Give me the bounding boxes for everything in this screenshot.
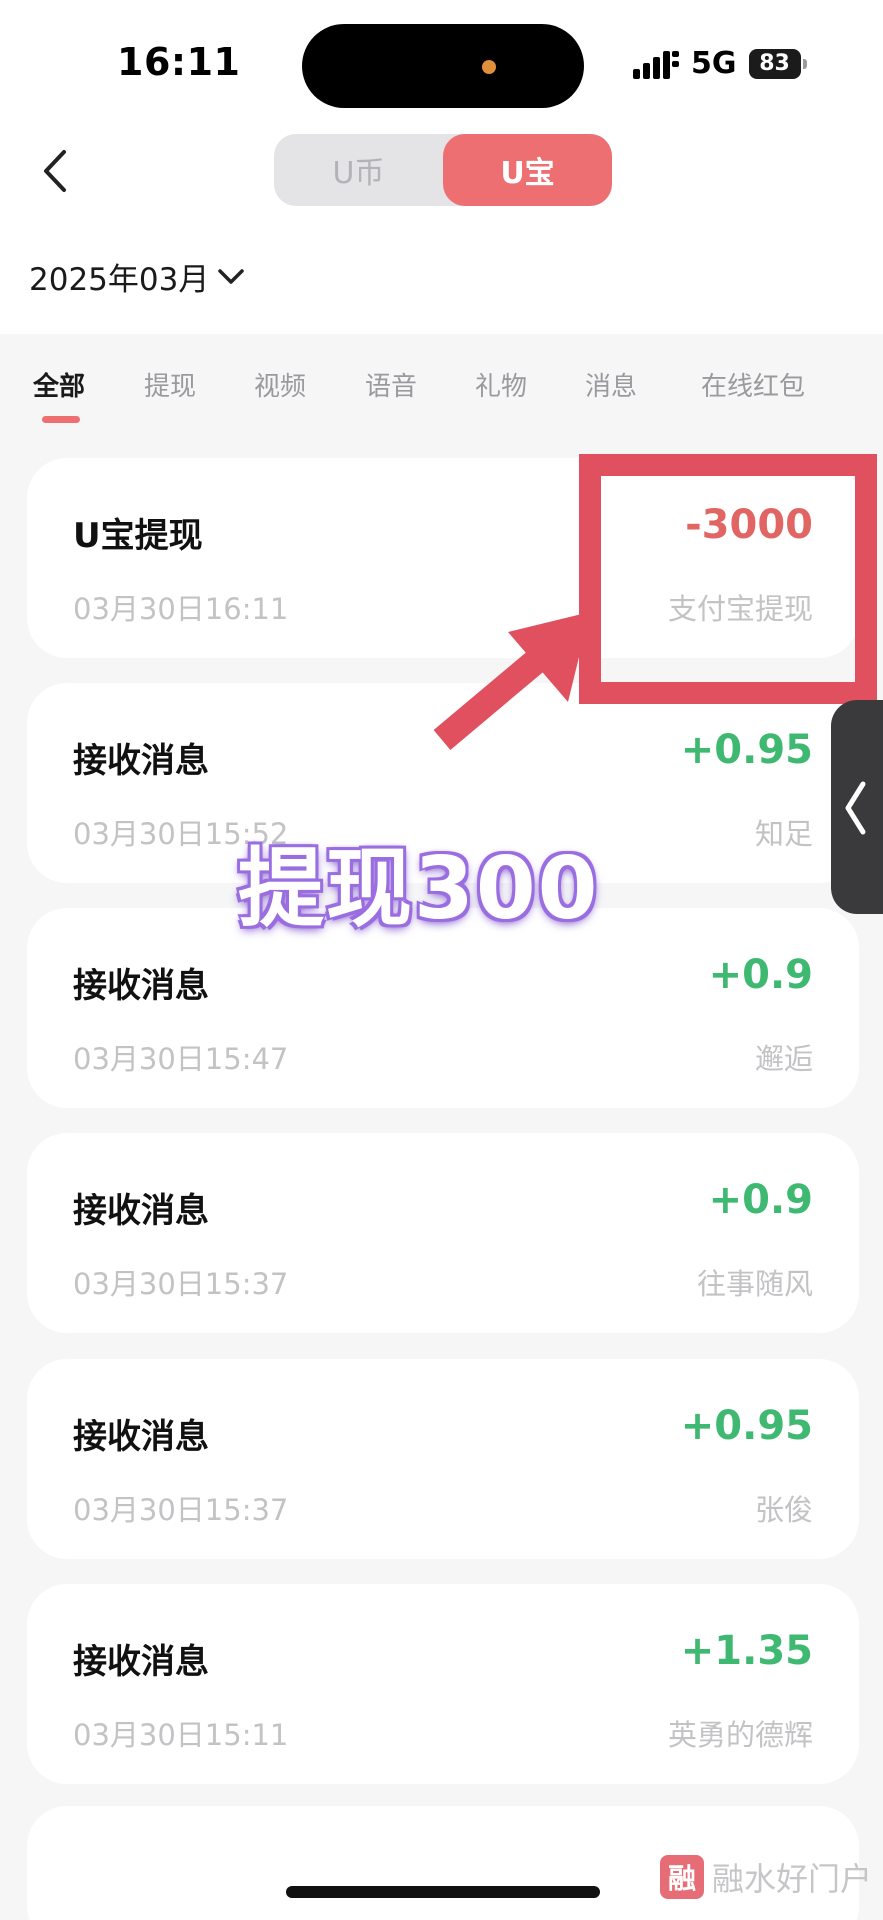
record-time: 03月30日15:47 — [73, 1042, 289, 1076]
promo-overlay-text: 提现300 — [238, 839, 600, 939]
battery-level: 83 — [759, 51, 790, 76]
currency-toggle: U币 U宝 — [274, 134, 612, 206]
home-indicator[interactable] — [286, 1886, 600, 1898]
transaction-page: 16:11 5G 83 U币 U宝 2025年03月 全部 提现 视频 语音 礼… — [0, 0, 883, 1920]
record-title: 接收消息 — [73, 966, 209, 1006]
record-card[interactable]: U宝提现 03月30日16:11 -3000 支付宝提现 — [27, 458, 859, 658]
tab-withdraw[interactable]: 提现 — [144, 366, 196, 403]
tab-u-bao[interactable]: U宝 — [443, 134, 612, 206]
record-card[interactable]: 接收消息 03月30日15:37 +0.95 张俊 — [27, 1359, 859, 1559]
record-title: U宝提现 — [73, 516, 203, 556]
tab-active-indicator — [42, 416, 80, 423]
category-tabs: 全部 提现 视频 语音 礼物 消息 在线红包 — [0, 366, 883, 426]
battery-tip — [802, 58, 807, 69]
record-time: 03月30日15:37 — [73, 1267, 289, 1301]
record-time: 03月30日15:11 — [73, 1718, 289, 1752]
record-title: 接收消息 — [73, 1417, 209, 1457]
record-time: 03月30日15:37 — [73, 1493, 289, 1527]
record-title: 接收消息 — [73, 741, 209, 781]
record-amount: +0.95 — [680, 1403, 813, 1449]
record-source: 英勇的德辉 — [667, 1718, 813, 1752]
tab-u-coin[interactable]: U币 — [274, 134, 443, 206]
record-source: 邂逅 — [754, 1042, 813, 1076]
chevron-left-icon — [845, 781, 866, 835]
tab-online-redpacket[interactable]: 在线红包 — [701, 366, 805, 403]
month-label: 2025年03月 — [29, 262, 210, 298]
record-title: 接收消息 — [73, 1191, 209, 1231]
record-amount: +0.9 — [708, 952, 813, 998]
record-amount: +0.95 — [680, 727, 813, 773]
dynamic-island — [302, 24, 584, 108]
watermark: 融 融水好门户 — [660, 1854, 872, 1900]
record-source: 支付宝提现 — [667, 592, 813, 626]
battery-icon: 83 — [748, 48, 807, 79]
back-icon[interactable] — [36, 146, 76, 196]
record-amount: +0.9 — [708, 1177, 813, 1223]
tab-voice[interactable]: 语音 — [365, 366, 417, 403]
record-title: 接收消息 — [73, 1642, 209, 1682]
tab-video[interactable]: 视频 — [254, 366, 306, 403]
chevron-down-icon — [218, 268, 245, 284]
side-drawer-handle[interactable] — [831, 700, 883, 914]
record-card[interactable]: 接收消息 03月30日15:11 +1.35 英勇的德辉 — [27, 1584, 859, 1784]
tab-gift[interactable]: 礼物 — [475, 366, 527, 403]
record-amount: -3000 — [685, 502, 813, 548]
watermark-logo: 融 — [660, 1855, 704, 1899]
month-picker[interactable]: 2025年03月 — [29, 254, 245, 299]
record-source: 张俊 — [754, 1493, 813, 1527]
tab-message[interactable]: 消息 — [585, 366, 637, 403]
record-card[interactable]: 接收消息 03月30日15:37 +0.9 往事随风 — [27, 1133, 859, 1333]
record-source: 知足 — [754, 817, 813, 851]
record-time: 03月30日16:11 — [73, 592, 289, 626]
record-amount: +1.35 — [680, 1628, 813, 1674]
status-indicators: 5G 83 — [633, 46, 807, 81]
tab-all[interactable]: 全部 — [33, 366, 85, 403]
watermark-text: 融水好门户 — [712, 1860, 873, 1898]
network-type: 5G — [691, 46, 737, 81]
status-time: 16:11 — [117, 40, 241, 84]
camera-dot — [482, 60, 496, 74]
record-source: 往事随风 — [696, 1267, 813, 1301]
signal-icon — [633, 50, 679, 79]
